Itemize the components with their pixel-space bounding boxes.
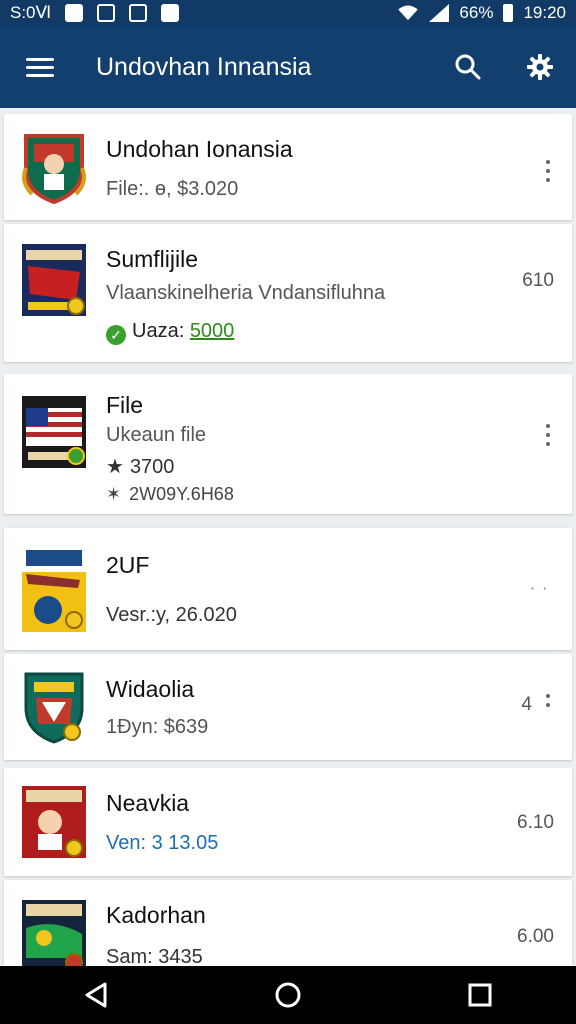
item-meta: 6.00: [517, 926, 554, 947]
hamburger-menu-icon[interactable]: [0, 26, 80, 108]
signal-icon: [429, 4, 450, 22]
overflow-menu-icon[interactable]: [546, 160, 552, 182]
item-subtitle: Ukeaun file: [106, 424, 207, 446]
overflow-menu-icon[interactable]: [546, 694, 552, 707]
shield-thumbnail-icon: [22, 134, 86, 204]
search-icon: [455, 54, 481, 80]
list-item[interactable]: Undohan Ionansia File:. ɵ, $3.020: [4, 114, 572, 220]
item-subtitle: Vlaanskinelheria Vndansifluhna: [106, 282, 386, 304]
back-button[interactable]: [66, 970, 126, 1020]
portrait-thumbnail-icon: [22, 786, 86, 858]
search-button[interactable]: [432, 26, 504, 108]
item-subtitle: 1Ðyn: $639: [106, 716, 209, 738]
notification-icon: [97, 4, 116, 22]
item-rating: ★ 3700: [106, 454, 174, 479]
check-circle-icon: ✓: [106, 325, 126, 345]
item-subtitle: Vesr.:y, 26.020: [106, 604, 237, 626]
list-item[interactable]: File Ukeaun file ★ 3700 ✶ 2W09Y.6H68: [4, 374, 572, 514]
item-title: Kadorhan: [106, 902, 206, 928]
battery-icon: [503, 4, 514, 22]
gear-icon: [527, 54, 553, 80]
item-subtitle: Ven: 3 13.05: [106, 832, 219, 854]
book-cover-thumbnail-icon: [22, 900, 86, 966]
item-subtitle: File:. ɵ, $3.020: [106, 178, 239, 200]
notification-icon: [161, 4, 180, 22]
item-title: 2UF: [106, 552, 150, 578]
item-title: Undohan Ionansia: [106, 136, 293, 162]
navigation-bar: [0, 966, 576, 1024]
overflow-menu-icon[interactable]: [546, 424, 552, 446]
status-time: 19:20: [523, 3, 566, 22]
home-circle-icon: [275, 982, 301, 1008]
item-meta: 4: [521, 694, 532, 715]
recents-square-icon: [468, 983, 492, 1007]
shield-thumbnail-icon: [24, 672, 84, 744]
code-value: 2W09Y.6H68: [129, 484, 234, 504]
overflow-menu-icon[interactable]: ··: [529, 578, 554, 600]
flag-thumbnail-icon: [22, 396, 86, 468]
item-status: ✓ Uaza: 5000: [106, 320, 234, 345]
status-value[interactable]: 5000: [190, 320, 235, 342]
list-item[interactable]: Neavkia Ven: 3 13.05 6.10: [4, 768, 572, 876]
item-meta: 610: [522, 270, 554, 291]
item-code: ✶ 2W09Y.6H68: [106, 484, 234, 505]
list-item[interactable]: Widaolia 1Ðyn: $639 4: [4, 654, 572, 760]
notification-icon: [129, 4, 148, 22]
item-title: Sumflijile: [106, 246, 199, 272]
magazine-thumbnail-icon: [22, 546, 86, 632]
wifi-icon: [398, 5, 419, 21]
book-cover-thumbnail-icon: [22, 244, 86, 316]
app-title: Undovhan Innansia: [96, 52, 312, 81]
sparkle-icon: ✶: [106, 484, 122, 504]
item-meta: 6.10: [517, 812, 554, 833]
back-triangle-icon: [85, 982, 107, 1008]
app-bar: Undovhan Innansia: [0, 26, 576, 108]
status-label: Uaza:: [132, 320, 185, 342]
item-title: File: [106, 392, 144, 418]
item-subtitle: Sam: 3435: [106, 946, 203, 966]
battery-percentage: 66%: [459, 3, 494, 22]
file-list[interactable]: Undohan Ionansia File:. ɵ, $3.020 Sumfli…: [0, 110, 576, 966]
recents-button[interactable]: [450, 970, 510, 1020]
home-button[interactable]: [258, 970, 318, 1020]
rating-value: 3700: [129, 456, 175, 478]
settings-button[interactable]: [504, 26, 576, 108]
star-icon: ★: [106, 456, 124, 478]
list-item[interactable]: Sumflijile Vlaanskinelheria Vndansifluhn…: [4, 224, 572, 362]
list-item[interactable]: Kadorhan Sam: 3435 6.00: [4, 880, 572, 966]
item-title: Neavkia: [106, 790, 190, 816]
status-carrier-text: S:0Ⅵ: [10, 3, 52, 22]
notification-icon: [65, 4, 84, 22]
item-title: Widaolia: [106, 676, 195, 702]
list-item[interactable]: 2UF Vesr.:y, 26.020 ··: [4, 528, 572, 650]
status-bar: S:0Ⅵ 66% 19:20: [0, 0, 576, 26]
